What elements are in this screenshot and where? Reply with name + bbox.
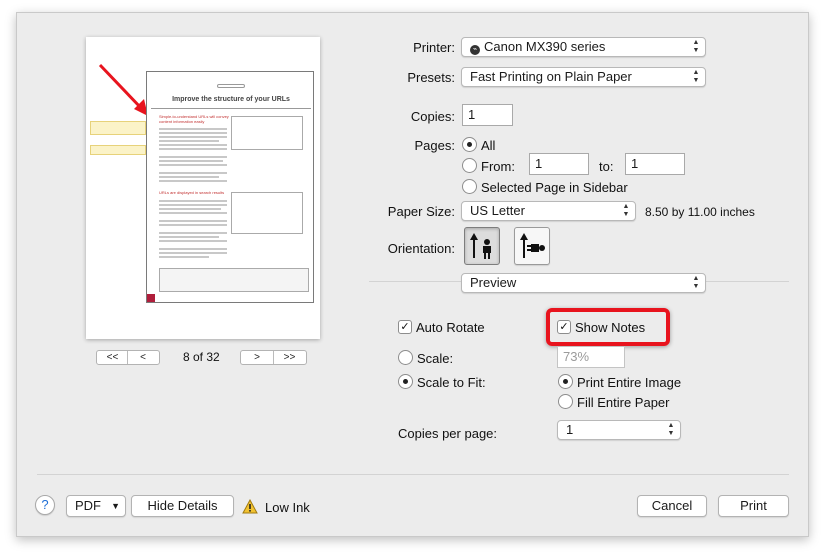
paper-size-select[interactable]: US Letter ▲ ▼	[461, 201, 636, 221]
next-page-label: >	[242, 351, 274, 364]
show-notes-label: Show Notes	[575, 320, 646, 335]
show-notes-checkbox[interactable]: ✓	[557, 320, 571, 334]
scale-to-fit-label: Scale to Fit:	[417, 375, 486, 390]
page-preview: Improve the structure of your URLs Simpl…	[86, 37, 320, 339]
paper-size-label: Paper Size:	[387, 204, 455, 219]
presets-value: Fast Printing on Plain Paper	[470, 69, 632, 84]
pages-all-label: All	[481, 138, 496, 153]
pages-selected-label: Selected Page in Sidebar	[481, 180, 628, 195]
pages-all-radio[interactable]	[462, 137, 477, 152]
copies-field[interactable]: 1	[462, 104, 513, 126]
presets-select[interactable]: Fast Printing on Plain Paper ▲ ▼	[461, 67, 706, 87]
help-button[interactable]: ?	[35, 495, 55, 515]
paper-dimensions: 8.50 by 11.00 inches	[645, 205, 755, 219]
pages-from-label: From:	[481, 159, 515, 174]
auto-rotate-label: Auto Rotate	[416, 320, 485, 335]
pages-from-field[interactable]: 1	[529, 153, 589, 175]
scale-to-fit-radio[interactable]	[398, 374, 413, 389]
preview-table	[159, 268, 309, 292]
cancel-button[interactable]: Cancel	[637, 495, 707, 517]
preview-logo	[217, 84, 245, 88]
scale-field[interactable]: 73%	[557, 346, 625, 368]
note-box	[90, 121, 146, 135]
chevron-updown-icon: ▲ ▼	[692, 275, 700, 290]
section-select[interactable]: Preview ▲ ▼	[461, 273, 706, 293]
print-dialog: Improve the structure of your URLs Simpl…	[16, 12, 809, 537]
preview-image	[231, 192, 303, 234]
fill-entire-paper-label: Fill Entire Paper	[577, 395, 670, 410]
pages-selected-radio[interactable]	[462, 179, 477, 194]
note-box	[90, 145, 146, 155]
divider	[151, 108, 311, 109]
pages-from-radio[interactable]	[462, 158, 477, 173]
copies-per-page-label: Copies per page:	[398, 426, 498, 441]
orientation-label: Orientation:	[387, 241, 455, 256]
portrait-icon	[470, 233, 491, 259]
scale-label: Scale:	[417, 351, 454, 366]
preview-heading: Simple-to-understand URLs will convey co…	[159, 114, 229, 124]
scale-radio[interactable]	[398, 350, 413, 365]
presets-label: Presets:	[407, 70, 455, 85]
printer-label: Printer:	[413, 40, 455, 55]
hide-details-button[interactable]: Hide Details	[131, 495, 234, 517]
copies-per-page-select[interactable]: 1 ▲ ▼	[557, 420, 681, 440]
preview-heading: URLs are displayed in search results	[159, 190, 225, 195]
low-ink-label: Low Ink	[265, 500, 310, 515]
last-page-label: >>	[283, 352, 296, 363]
landscape-icon	[520, 233, 545, 258]
pdf-label: PDF	[75, 498, 101, 513]
next-page-button[interactable]: > >>	[240, 350, 307, 365]
fill-entire-paper-radio[interactable]	[558, 394, 573, 409]
printer-value: Canon MX390 series	[484, 39, 606, 54]
print-entire-image-label: Print Entire Image	[577, 375, 682, 390]
preview-page: Improve the structure of your URLs Simpl…	[146, 71, 314, 303]
help-icon: ?	[41, 497, 49, 512]
preview-title: Improve the structure of your URLs	[172, 96, 290, 103]
printer-select[interactable]: ⌁ Canon MX390 series ▲ ▼	[461, 37, 706, 57]
landscape-orientation-button[interactable]	[514, 227, 550, 265]
printer-status-icon: ⌁	[470, 45, 480, 55]
chevron-updown-icon: ▲ ▼	[692, 69, 700, 84]
chevron-down-icon: ▼	[111, 501, 120, 511]
page-indicator: 8 of 32	[183, 350, 220, 364]
portrait-orientation-button[interactable]	[464, 227, 500, 265]
preview-footer-mark	[147, 294, 155, 302]
section-value: Preview	[470, 275, 517, 290]
pages-to-label: to:	[599, 159, 614, 174]
first-page-label: <<	[98, 351, 128, 364]
warning-icon	[242, 499, 258, 514]
preview-image	[231, 116, 303, 150]
copies-per-page-value: 1	[566, 422, 574, 437]
chevron-updown-icon: ▲ ▼	[622, 203, 630, 218]
pages-to-field[interactable]: 1	[625, 153, 685, 175]
print-button[interactable]: Print	[718, 495, 789, 517]
first-page-button[interactable]: << <	[96, 350, 160, 365]
print-entire-image-radio[interactable]	[558, 374, 573, 389]
pdf-menu-button[interactable]: PDF ▼	[66, 495, 126, 517]
auto-rotate-checkbox[interactable]: ✓	[398, 320, 412, 334]
paper-size-value: US Letter	[470, 203, 525, 218]
chevron-updown-icon: ▲ ▼	[692, 39, 700, 54]
pages-label: Pages:	[414, 138, 455, 153]
copies-label: Copies:	[410, 109, 455, 124]
chevron-updown-icon: ▲ ▼	[667, 422, 675, 437]
footer-divider	[37, 474, 789, 475]
prev-page-label: <	[140, 352, 146, 363]
